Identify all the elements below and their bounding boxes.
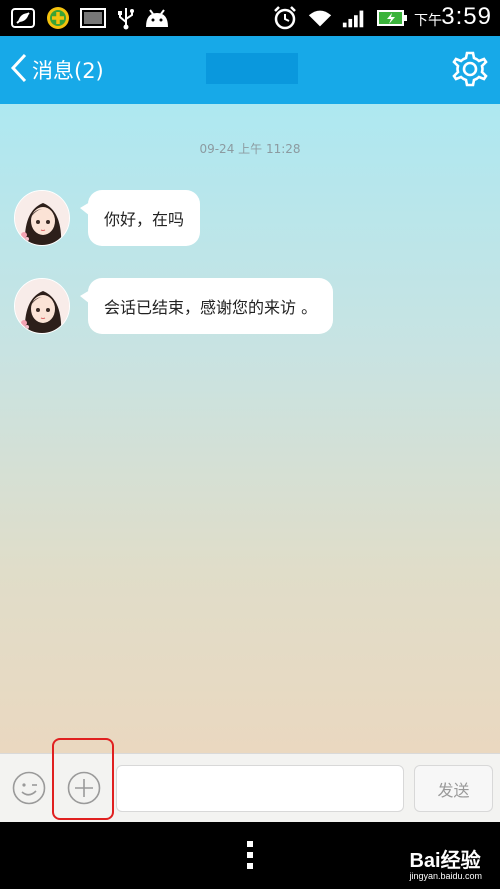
avatar[interactable] xyxy=(14,278,70,334)
shield-plus-icon xyxy=(45,5,71,31)
android-icon xyxy=(144,5,170,31)
image-icon xyxy=(80,5,106,31)
emoji-icon[interactable] xyxy=(12,771,46,805)
message-bubble[interactable]: 会话已结束，感谢您的来访 。 xyxy=(79,278,334,334)
watermark-brand: Bai经验 xyxy=(409,850,481,872)
menu-dots-icon[interactable] xyxy=(245,840,255,870)
contact-name-redacted xyxy=(206,53,298,84)
title-bar: 消息(2) xyxy=(0,36,500,104)
gear-icon[interactable] xyxy=(450,49,490,89)
message-timestamp: 09-24 上午 11:28 xyxy=(199,142,301,156)
message-input[interactable] xyxy=(116,765,404,812)
navigation-bar: Bai经验 jingyan.baidu.com xyxy=(0,822,500,889)
wifi-icon xyxy=(307,5,333,31)
annotation-highlight-box xyxy=(52,738,114,820)
avatar[interactable] xyxy=(14,190,70,246)
status-time: 3:59 xyxy=(441,3,492,30)
leaf-icon xyxy=(10,5,36,31)
signal-icon xyxy=(341,5,367,31)
send-button[interactable]: 发送 xyxy=(414,765,493,812)
back-label: 消息(2) xyxy=(32,59,104,83)
chevron-left-icon xyxy=(10,53,28,87)
message-bubble[interactable]: 你好，在吗 xyxy=(79,190,201,246)
message-text: 会话已结束，感谢您的来访 。 xyxy=(104,298,318,317)
chat-area[interactable]: 09-24 上午 11:28 你好，在吗 会话已结束，感谢您的来访 。 xyxy=(0,104,500,753)
battery-charging-icon xyxy=(375,5,409,31)
back-button[interactable]: 消息(2) xyxy=(10,52,104,88)
message-text: 你好，在吗 xyxy=(104,210,185,229)
status-bar: 下午 3:59 xyxy=(0,0,500,36)
watermark-url: jingyan.baidu.com xyxy=(409,871,482,881)
baidu-watermark: Bai经验 jingyan.baidu.com xyxy=(409,844,482,881)
usb-icon xyxy=(113,5,139,31)
alarm-icon xyxy=(272,5,298,31)
status-ampm: 下午 xyxy=(414,13,442,29)
